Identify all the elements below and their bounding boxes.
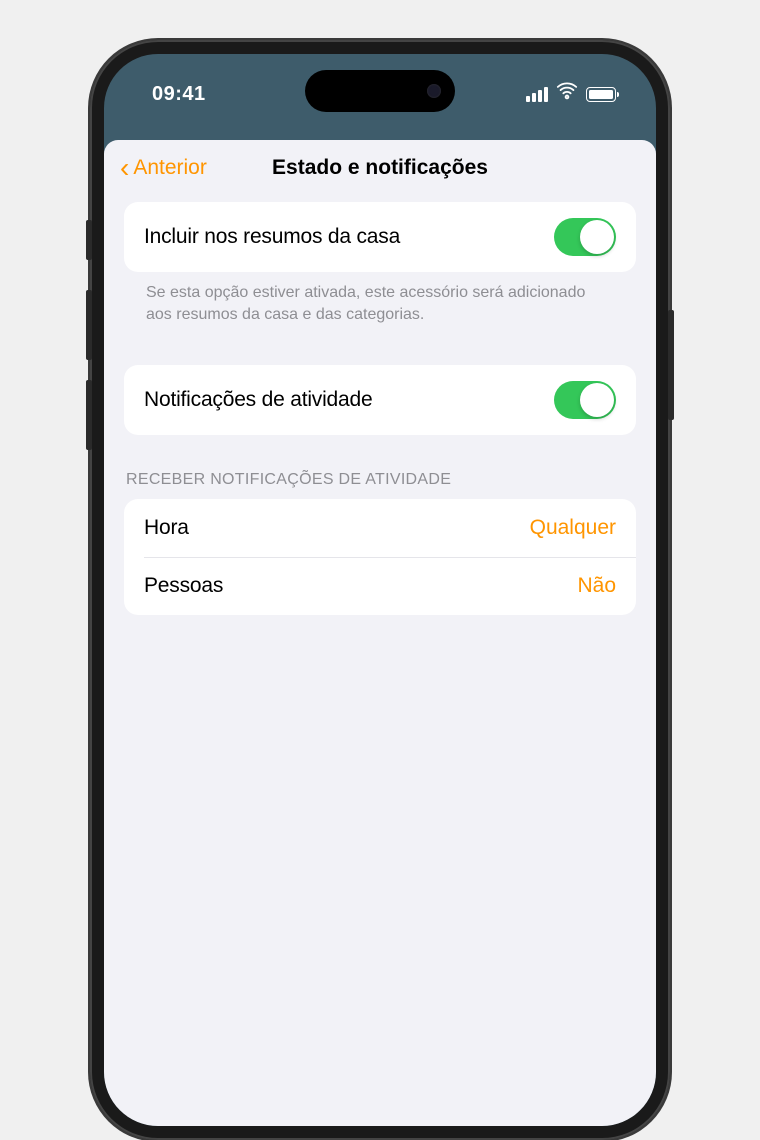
time-value: Qualquer	[530, 516, 616, 540]
back-button[interactable]: ‹ Anterior	[120, 154, 207, 182]
phone-frame: 09:41 ‹ Anterior Estado e notificaç	[90, 40, 670, 1140]
silence-switch	[86, 220, 92, 260]
include-summary-section: Incluir nos resumos da casa Se esta opçã…	[104, 202, 656, 357]
power-button	[668, 310, 674, 420]
status-time: 09:41	[152, 83, 206, 106]
front-camera	[427, 84, 441, 98]
back-label: Anterior	[133, 156, 207, 180]
receive-section: Hora Qualquer Pessoas Não	[104, 499, 656, 615]
cellular-signal-icon	[526, 87, 548, 102]
dynamic-island	[305, 70, 455, 112]
toggle-knob	[580, 220, 614, 254]
navigation-bar: ‹ Anterior Estado e notificações	[104, 140, 656, 202]
screen: 09:41 ‹ Anterior Estado e notificaç	[104, 54, 656, 1126]
status-icons	[526, 80, 616, 108]
toggle-knob	[580, 383, 614, 417]
include-summary-toggle[interactable]	[554, 218, 616, 256]
activity-notifications-label: Notificações de atividade	[144, 388, 372, 412]
time-row[interactable]: Hora Qualquer	[124, 499, 636, 557]
volume-up-button	[86, 290, 92, 360]
chevron-left-icon: ‹	[120, 154, 129, 182]
include-summary-footer: Se esta opção estiver ativada, este aces…	[124, 272, 636, 357]
receive-section-header: RECEBER NOTIFICAÇÕES DE ATIVIDADE	[104, 443, 656, 499]
people-row[interactable]: Pessoas Não	[144, 557, 636, 615]
activity-notifications-section: Notificações de atividade	[104, 365, 656, 435]
include-summary-label: Incluir nos resumos da casa	[144, 225, 400, 249]
activity-notifications-row: Notificações de atividade	[124, 365, 636, 435]
include-summary-row: Incluir nos resumos da casa	[124, 202, 636, 272]
people-label: Pessoas	[144, 574, 223, 598]
time-label: Hora	[144, 516, 189, 540]
wifi-icon	[556, 80, 578, 108]
page-title: Estado e notificações	[272, 156, 488, 180]
activity-notifications-toggle[interactable]	[554, 381, 616, 419]
battery-icon	[586, 87, 616, 102]
people-value: Não	[577, 574, 616, 598]
settings-content: ‹ Anterior Estado e notificações Incluir…	[104, 140, 656, 1126]
volume-down-button	[86, 380, 92, 450]
